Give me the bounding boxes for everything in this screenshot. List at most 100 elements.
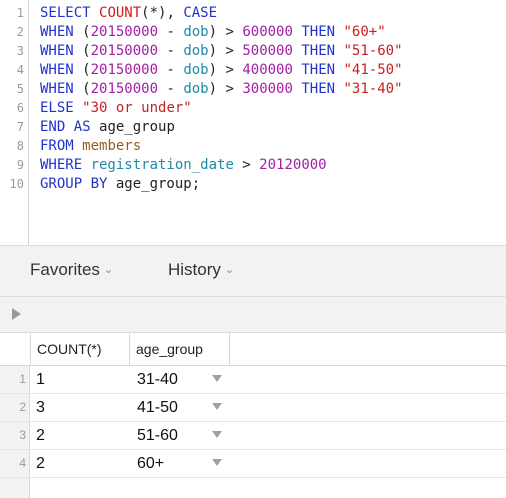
- code-text: END AS age_group: [40, 118, 175, 137]
- code-token: WHEN: [40, 62, 83, 78]
- code-token: age_group;: [115, 176, 201, 192]
- code-token: ) >: [208, 43, 243, 59]
- line-number: 2: [16, 25, 24, 39]
- code-token: "31-40": [343, 81, 403, 97]
- dropdown-triangle-icon[interactable]: [212, 431, 222, 438]
- cell-count[interactable]: 1: [36, 366, 45, 393]
- code-token: members: [82, 138, 142, 154]
- code-token: 20150000: [90, 81, 159, 97]
- sql-editor[interactable]: 1 SELECT COUNT(*), CASE 2 WHEN (20150000 - …: [0, 0, 506, 245]
- tab-favorites-label: Favorites: [30, 260, 100, 279]
- tab-bar: Favorites ⌄ History ⌄: [0, 245, 506, 297]
- code-token: 600000: [242, 24, 293, 40]
- code-token: SELECT: [40, 5, 100, 21]
- cell-count[interactable]: 3: [36, 394, 45, 421]
- code-token: WHEN: [40, 43, 83, 59]
- code-token: 300000: [242, 81, 293, 97]
- line-number: 1: [16, 6, 24, 20]
- code-token: GROUP BY: [40, 176, 116, 192]
- table-row[interactable]: 3 2 51-60: [0, 422, 506, 450]
- line-number: 8: [16, 139, 24, 153]
- tab-history[interactable]: History ⌄: [168, 260, 234, 280]
- code-token: 20150000: [90, 62, 159, 78]
- code-token: -: [158, 62, 184, 78]
- code-token: "30 or under": [82, 100, 192, 116]
- code-token: dob: [183, 62, 209, 78]
- code-line[interactable]: 10 GROUP BY age_group;: [0, 175, 506, 194]
- line-number: 3: [16, 44, 24, 58]
- code-token: THEN: [292, 81, 344, 97]
- code-token: dob: [183, 81, 209, 97]
- cell-count[interactable]: 2: [36, 422, 45, 449]
- code-token: 20150000: [90, 43, 159, 59]
- column-header-age-group[interactable]: age_group: [130, 333, 230, 365]
- code-token: (: [82, 43, 91, 59]
- code-line[interactable]: 2 WHEN (20150000 - dob) > 600000 THEN "60…: [0, 23, 506, 42]
- code-token: (*),: [141, 5, 184, 21]
- code-token: registration_date: [90, 157, 234, 173]
- cell-age-group[interactable]: 51-60: [137, 422, 178, 449]
- code-text: FROM members: [40, 137, 141, 156]
- line-number: 10: [9, 177, 24, 191]
- code-text: WHERE registration_date > 20120000: [40, 156, 327, 175]
- code-line[interactable]: 8 FROM members: [0, 137, 506, 156]
- code-token: 500000: [242, 43, 293, 59]
- dropdown-triangle-icon[interactable]: [212, 403, 222, 410]
- code-token: -: [158, 24, 184, 40]
- line-number: 9: [16, 158, 24, 172]
- code-token: WHEN: [40, 81, 83, 97]
- code-token: WHEN: [40, 24, 83, 40]
- code-line[interactable]: 9 WHERE registration_date > 20120000: [0, 156, 506, 175]
- cell-count[interactable]: 2: [36, 450, 45, 477]
- line-number: 4: [16, 63, 24, 77]
- code-token: -: [158, 43, 184, 59]
- code-text: WHEN (20150000 - dob) > 400000 THEN "41-…: [40, 61, 403, 80]
- cell-age-group[interactable]: 60+: [137, 450, 164, 477]
- code-line[interactable]: 3 WHEN (20150000 - dob) > 500000 THEN "51…: [0, 42, 506, 61]
- code-line[interactable]: 1 SELECT COUNT(*), CASE: [0, 4, 506, 23]
- cell-age-group[interactable]: 31-40: [137, 366, 178, 393]
- code-token: >: [233, 157, 260, 173]
- line-number: 5: [16, 82, 24, 96]
- code-token: (: [82, 62, 91, 78]
- table-row[interactable]: 4 2 60+: [0, 450, 506, 478]
- code-line[interactable]: 7 END AS age_group: [0, 118, 506, 137]
- code-token: 400000: [242, 62, 293, 78]
- code-token: "51-60": [343, 43, 403, 59]
- code-token: "60+": [343, 24, 386, 40]
- run-play-icon[interactable]: [12, 308, 21, 320]
- dropdown-triangle-icon[interactable]: [212, 375, 222, 382]
- chevron-down-icon: ⌄: [103, 264, 114, 276]
- code-token: END AS: [40, 119, 100, 135]
- code-token: THEN: [292, 43, 344, 59]
- tab-favorites[interactable]: Favorites ⌄: [30, 260, 113, 280]
- row-number: 4: [19, 456, 26, 470]
- dropdown-triangle-icon[interactable]: [212, 459, 222, 466]
- row-number: 1: [19, 372, 26, 386]
- code-text: WHEN (20150000 - dob) > 300000 THEN "31-…: [40, 80, 403, 99]
- code-text: WHEN (20150000 - dob) > 600000 THEN "60+…: [40, 23, 386, 42]
- table-row[interactable]: 1 1 31-40: [0, 366, 506, 394]
- code-line[interactable]: 5 WHEN (20150000 - dob) > 300000 THEN "31…: [0, 80, 506, 99]
- code-line[interactable]: 4 WHEN (20150000 - dob) > 400000 THEN "41…: [0, 61, 506, 80]
- results-header-row: COUNT(*) age_group: [0, 333, 506, 366]
- cell-age-group[interactable]: 41-50: [137, 394, 178, 421]
- code-token: age_group: [99, 119, 175, 135]
- tab-history-label: History: [168, 260, 221, 279]
- code-token: (: [82, 24, 91, 40]
- code-line[interactable]: 6 ELSE "30 or under": [0, 99, 506, 118]
- row-number: 2: [19, 400, 26, 414]
- table-row[interactable]: 2 3 41-50: [0, 394, 506, 422]
- column-header-count[interactable]: COUNT(*): [31, 333, 130, 365]
- code-token: (: [82, 81, 91, 97]
- line-number: 7: [16, 120, 24, 134]
- code-token: 20120000: [259, 157, 327, 173]
- header-corner: [0, 333, 31, 365]
- row-number: 3: [19, 428, 26, 442]
- run-bar: [0, 297, 506, 333]
- results-grid: COUNT(*) age_group 1 1 31-40 2 3 41-50 3 2 51-60…: [0, 333, 506, 498]
- code-token: COUNT: [99, 5, 142, 21]
- code-text: ELSE "30 or under": [40, 99, 192, 118]
- code-token: dob: [183, 24, 209, 40]
- code-token: ) >: [208, 62, 243, 78]
